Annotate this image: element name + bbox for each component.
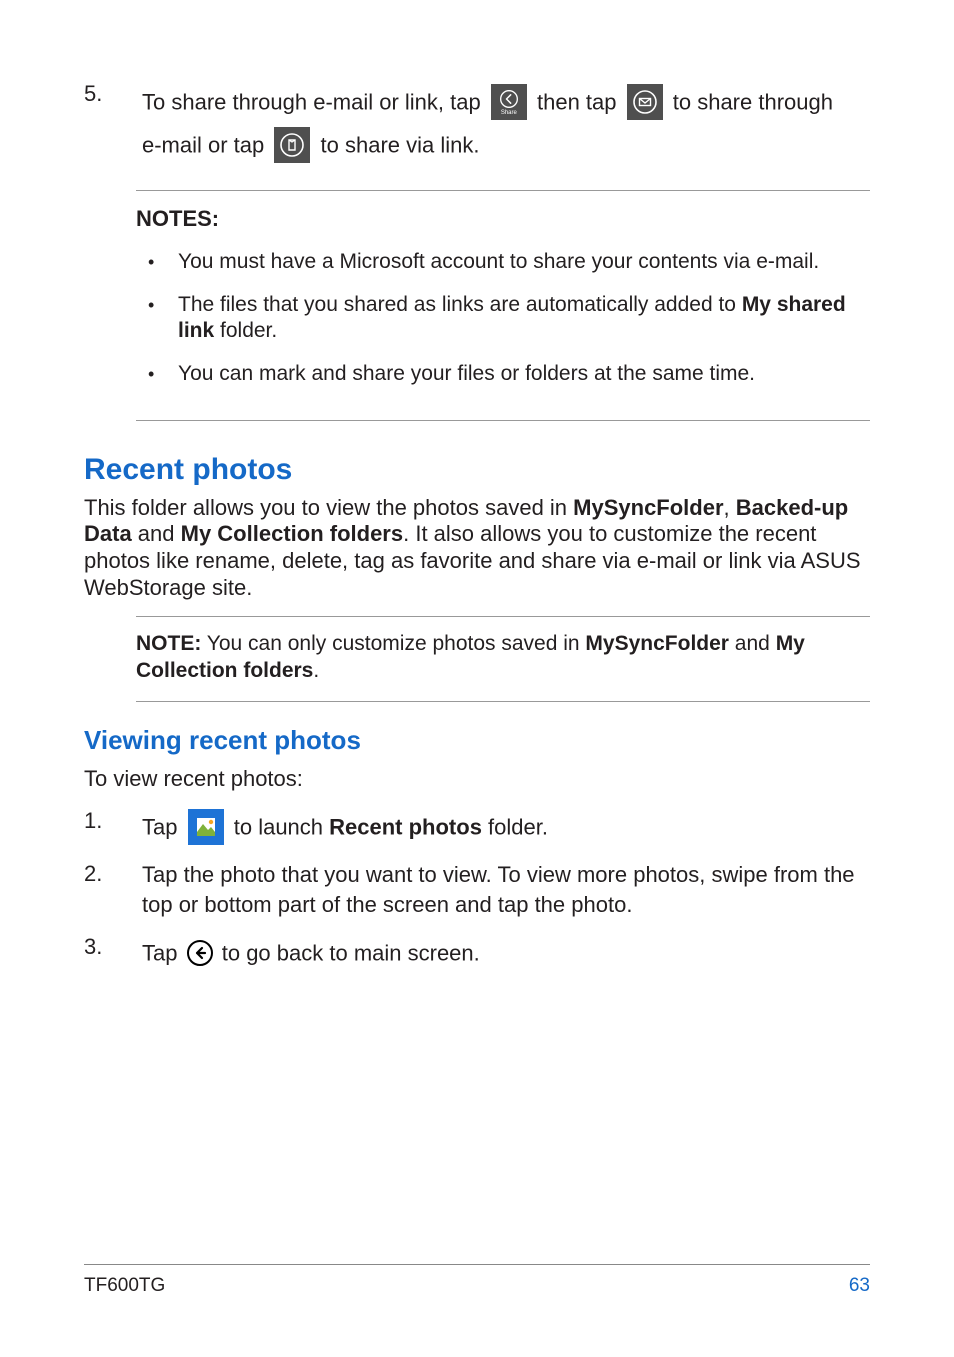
text: The files that you shared as links are a…	[178, 293, 742, 316]
bullet-icon	[136, 249, 178, 276]
note-label: NOTE:	[136, 632, 201, 655]
text: The files that you shared as links are a…	[178, 292, 870, 346]
share-icon: Share	[491, 84, 527, 120]
text: e-mail or tap	[142, 132, 264, 157]
heading-viewing-recent-photos: Viewing recent photos	[84, 724, 870, 757]
bold-text: My Collection folders	[181, 521, 403, 546]
divider	[136, 701, 870, 702]
step-body: Tap to go back to main screen.	[142, 933, 870, 972]
share-icon-label: Share	[501, 110, 517, 116]
text: You can mark and share your files or fol…	[178, 361, 870, 388]
bold-text: Recent photos	[329, 815, 482, 840]
notes-title: NOTES:	[136, 191, 870, 243]
text: then tap	[537, 89, 617, 114]
step-5: 5. To share through e-mail or link, tap …	[84, 80, 870, 166]
step-1: 1. Tap to launch Recent photos folder.	[84, 807, 870, 846]
list-item: You must have a Microsoft account to sha…	[136, 243, 870, 286]
bold-text: MySyncFolder	[573, 495, 723, 520]
text: You can only customize photos saved in	[201, 632, 585, 655]
step-3: 3. Tap to go back to main screen.	[84, 933, 870, 972]
text: .	[313, 659, 319, 682]
paragraph: This folder allows you to view the photo…	[84, 495, 870, 602]
text: to share through	[673, 89, 833, 114]
list-item: You can mark and share your files or fol…	[136, 355, 870, 398]
text: and	[729, 632, 776, 655]
notes-list: You must have a Microsoft account to sha…	[136, 243, 870, 421]
text: to share via link.	[321, 132, 480, 157]
back-arrow-icon	[187, 940, 213, 966]
divider	[136, 420, 870, 421]
step-number: 5.	[84, 80, 142, 108]
step-number: 1.	[84, 807, 142, 835]
step-2: 2. Tap the photo that you want to view. …	[84, 860, 870, 919]
steps-list: 1. Tap to launch Recent photos folder. 2…	[84, 807, 870, 972]
text: folder.	[214, 319, 277, 342]
notes-block: NOTES: You must have a Microsoft account…	[136, 190, 870, 421]
bold-text: MySyncFolder	[585, 632, 729, 655]
step-body: Tap to launch Recent photos folder.	[142, 807, 870, 846]
text: and	[132, 521, 181, 546]
text: This folder allows you to view the photo…	[84, 495, 573, 520]
footer-page-number: 63	[849, 1275, 870, 1297]
text: to launch	[234, 815, 329, 840]
text: to go back to main screen.	[222, 941, 480, 966]
text: ,	[724, 495, 736, 520]
text: Tap	[142, 941, 177, 966]
recent-photos-icon	[188, 809, 224, 845]
link-share-icon	[274, 127, 310, 163]
text: Tap	[142, 815, 177, 840]
text: To share through e-mail or link, tap	[142, 89, 481, 114]
paragraph: To view recent photos:	[84, 766, 870, 793]
text: You must have a Microsoft account to sha…	[178, 249, 870, 276]
note-block: NOTE: You can only customize photos save…	[136, 616, 870, 702]
footer-model: TF600TG	[84, 1275, 165, 1297]
step-number: 2.	[84, 860, 142, 888]
heading-recent-photos: Recent photos	[84, 451, 870, 489]
note-text: NOTE: You can only customize photos save…	[136, 617, 870, 701]
step-body: To share through e-mail or link, tap Sha…	[142, 80, 870, 166]
text: folder.	[482, 815, 548, 840]
step-number: 3.	[84, 933, 142, 961]
page-footer: TF600TG 63	[84, 1264, 870, 1297]
bullet-icon	[136, 361, 178, 388]
step-body: Tap the photo that you want to view. To …	[142, 860, 870, 919]
email-share-icon	[627, 84, 663, 120]
list-item: The files that you shared as links are a…	[136, 286, 870, 356]
bullet-icon	[136, 292, 178, 346]
